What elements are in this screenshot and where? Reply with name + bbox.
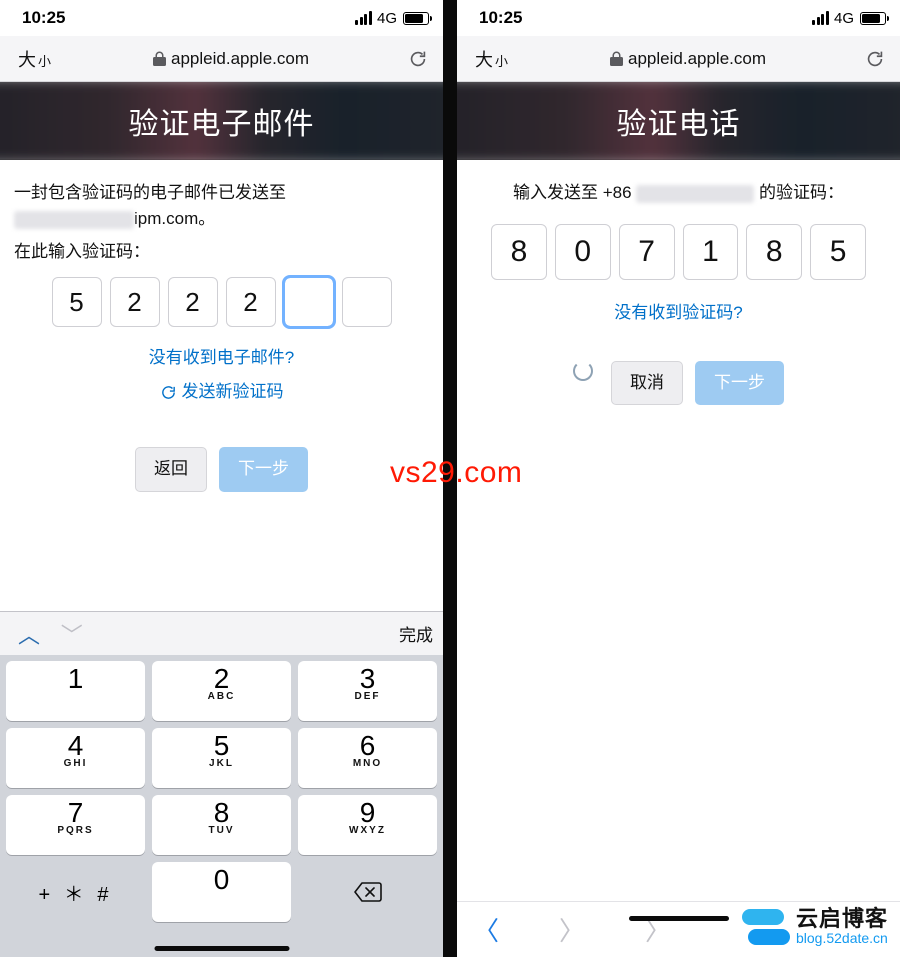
key-symbols[interactable]: + ＊ # [6, 862, 145, 922]
key-8[interactable]: 8TUV [152, 795, 291, 855]
loading-spinner-icon [573, 361, 593, 381]
next-button[interactable]: 下一步 [219, 447, 308, 491]
key-3[interactable]: 3DEF [298, 661, 437, 721]
signal-icon [812, 11, 829, 25]
enter-code-label: 在此输入验证码： [14, 239, 429, 265]
status-time: 10:25 [479, 8, 522, 28]
code-digit-1[interactable]: 5 [52, 277, 102, 327]
status-network: 4G [834, 10, 854, 27]
blog-watermark: 云启博客 blog.52date.cn [734, 899, 896, 955]
reload-icon [864, 48, 886, 70]
reload-icon [407, 48, 429, 70]
no-email-link[interactable]: 没有收到电子邮件? [149, 345, 294, 371]
screenshot-right: 10:25 4G 大小 appleid.apple.com 验证电话 输入发送至… [457, 0, 900, 957]
browser-urlbar: 大小 appleid.apple.com [457, 36, 900, 82]
email-masked-row: ipm.com。 [14, 206, 429, 232]
kb-next-field[interactable]: ﹀ [53, 623, 91, 648]
battery-icon [860, 12, 886, 25]
key-backspace[interactable] [298, 862, 437, 922]
code-digit-2[interactable]: 2 [110, 277, 160, 327]
key-9[interactable]: 9WXYZ [298, 795, 437, 855]
code-digit-6[interactable]: 5 [810, 224, 866, 280]
backspace-icon [353, 881, 383, 903]
address-field[interactable]: appleid.apple.com [65, 49, 397, 69]
key-1[interactable]: 1 [6, 661, 145, 721]
email-sent-text: 一封包含验证码的电子邮件已发送至 [14, 180, 429, 206]
lock-icon [610, 51, 623, 66]
kb-done-button[interactable]: 完成 [399, 621, 433, 646]
code-digit-5[interactable]: 8 [746, 224, 802, 280]
next-button[interactable]: 下一步 [695, 361, 784, 405]
cancel-button[interactable]: 取消 [611, 361, 683, 405]
code-digit-5[interactable] [284, 277, 334, 327]
nav-forward-icon[interactable]: 〉 [559, 911, 585, 948]
reload-button[interactable] [405, 46, 431, 72]
home-indicator [154, 946, 289, 951]
key-4[interactable]: 4GHI [6, 728, 145, 788]
address-field[interactable]: appleid.apple.com [522, 49, 854, 69]
code-digit-4[interactable]: 1 [683, 224, 739, 280]
resend-icon [160, 384, 177, 401]
code-digit-6[interactable] [342, 277, 392, 327]
key-0[interactable]: 0 [152, 862, 291, 922]
key-7[interactable]: 7PQRS [6, 795, 145, 855]
code-digit-3[interactable]: 7 [619, 224, 675, 280]
code-digit-3[interactable]: 2 [168, 277, 218, 327]
status-network: 4G [377, 10, 397, 27]
key-2[interactable]: 2ABC [152, 661, 291, 721]
reload-button[interactable] [862, 46, 888, 72]
blog-logo-icon [742, 903, 790, 951]
code-digit-4[interactable]: 2 [226, 277, 276, 327]
key-6[interactable]: 6MNO [298, 728, 437, 788]
status-bar: 10:25 4G [0, 0, 443, 36]
nav-back-icon[interactable]: 〈 [473, 911, 499, 948]
status-bar: 10:25 4G [457, 0, 900, 36]
home-indicator [629, 916, 729, 921]
reader-aa-button[interactable]: 大小 [12, 42, 57, 76]
verification-code-inputs: 5 2 2 2 [34, 277, 409, 327]
kb-prev-field[interactable]: ︿ [10, 623, 48, 648]
page-title-banner: 验证电话 [457, 82, 900, 160]
browser-urlbar: 大小 appleid.apple.com [0, 36, 443, 82]
signal-icon [355, 11, 372, 25]
numeric-keypad: 1 2ABC3DEF 4GHI5JKL6MNO 7PQRS8TUV9WXYZ +… [0, 655, 443, 939]
code-digit-1[interactable]: 8 [491, 224, 547, 280]
resend-code-link[interactable]: 发送新验证码 [160, 379, 284, 405]
screenshot-left: 10:25 4G 大小 appleid.apple.com 验证电子邮件 一封包… [0, 0, 443, 957]
status-time: 10:25 [22, 8, 65, 28]
reader-aa-button[interactable]: 大小 [469, 42, 514, 76]
lock-icon [153, 51, 166, 66]
phone-prompt-text: 输入发送至 +86 的验证码： [471, 180, 886, 206]
keyboard-accessory: ︿ ﹀ 完成 [0, 611, 443, 655]
battery-icon [403, 12, 429, 25]
code-digit-2[interactable]: 0 [555, 224, 611, 280]
page-title-banner: 验证电子邮件 [0, 82, 443, 160]
back-button[interactable]: 返回 [135, 447, 207, 491]
no-code-link[interactable]: 没有收到验证码? [614, 300, 742, 326]
verification-code-inputs: 8 0 7 1 8 5 [491, 224, 866, 280]
key-5[interactable]: 5JKL [152, 728, 291, 788]
